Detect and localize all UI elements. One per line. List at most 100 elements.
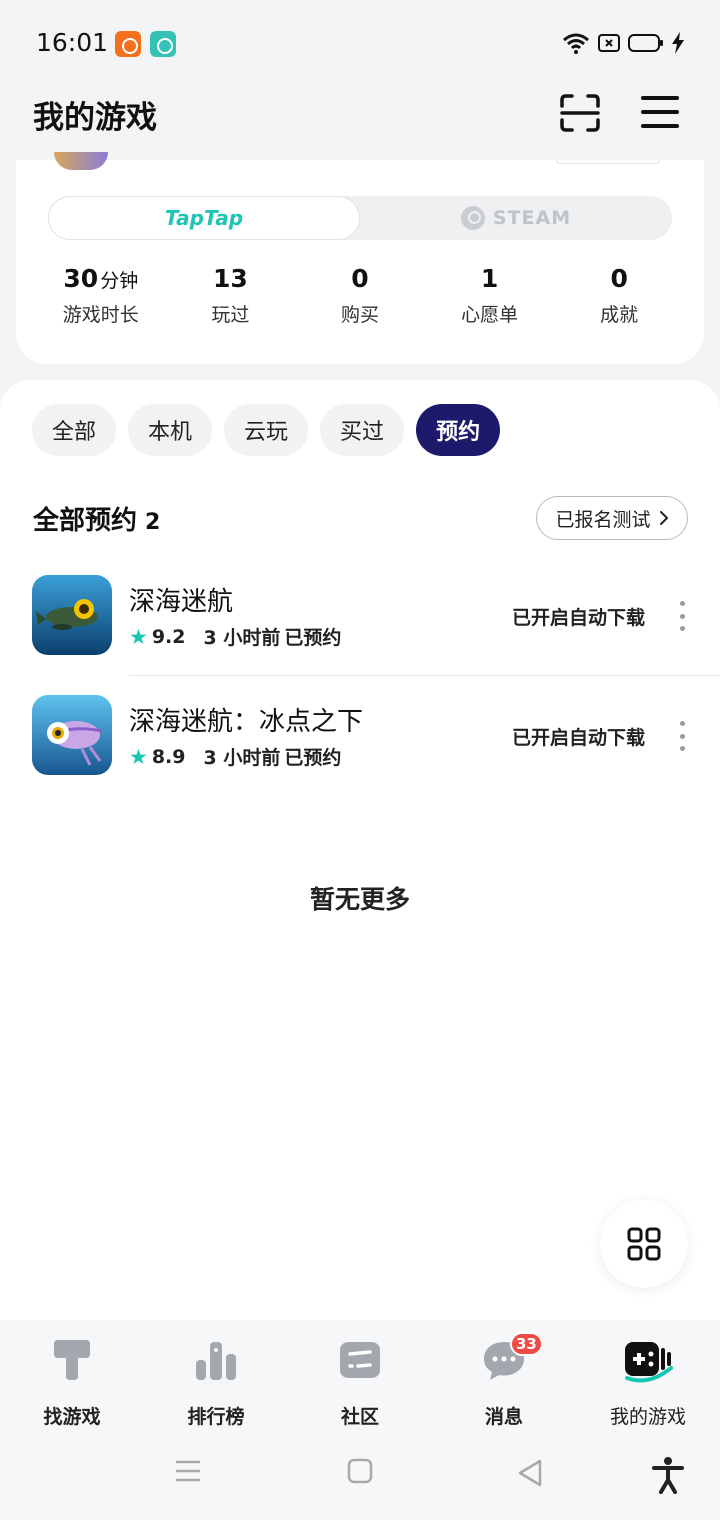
sim-icon [598, 34, 620, 52]
star-icon: ★ [129, 624, 148, 649]
status-time: 16:01 [36, 28, 109, 57]
chip-local[interactable]: 本机 [128, 404, 213, 456]
stats-row: 30 分钟 游戏时长 13 玩过 0 购买 1 心愿单 0 成就 [36, 264, 684, 327]
nav-label: 我的游戏 [609, 1406, 686, 1428]
nav-label: 社区 [340, 1406, 379, 1428]
scan-button[interactable] [560, 94, 600, 132]
more-options-button[interactable] [676, 721, 688, 751]
leaderboard-icon [194, 1338, 238, 1382]
stat-wishlist[interactable]: 1 心愿单 [425, 264, 555, 327]
accessibility-icon[interactable] [652, 1456, 684, 1494]
nav-label: 找游戏 [43, 1406, 101, 1428]
dot [679, 626, 685, 631]
stat-label: 购买 [340, 304, 379, 326]
game-meta: ★ 8.9 3 小时前 已预约 [129, 743, 341, 770]
tab-taptap[interactable]: TapTap [48, 196, 360, 240]
reserve-state: 已预约 [284, 747, 342, 769]
section-title-text: 全部预约 [33, 506, 138, 536]
filter-chips: 全部 本机 云玩 买过 预约 [32, 404, 501, 456]
system-icons [562, 32, 684, 54]
menu-button[interactable] [641, 94, 679, 130]
taptap-logo: TapTap [164, 206, 244, 230]
steam-label: STEAM [492, 207, 572, 229]
auto-download-status: 已开启自动下载 [512, 727, 646, 749]
wifi-icon [563, 33, 589, 54]
end-of-list-text: 暂无更多 [309, 885, 410, 914]
stat-number: 0 [610, 264, 628, 293]
steam-logo-icon [460, 206, 485, 230]
list-item[interactable]: 深海迷航 ★ 9.2 3 小时前 已预约 已开启自动下载 [0, 575, 720, 695]
avatar[interactable] [54, 152, 108, 170]
battery-icon [628, 34, 663, 52]
nav-community[interactable]: 社区 [288, 1320, 432, 1430]
chip-all[interactable]: 全部 [32, 404, 117, 456]
nav-leaderboard[interactable]: 排行榜 [144, 1320, 288, 1430]
chevron-right-icon [659, 511, 668, 525]
signed-up-tests-button[interactable]: 已报名测试 [536, 496, 688, 540]
dot [679, 746, 685, 751]
stat-unit: 分钟 [100, 270, 139, 292]
game-title: 深海迷航：冰点之下 [129, 707, 364, 737]
charging-icon [672, 32, 684, 54]
recent-apps-icon[interactable] [174, 1458, 202, 1484]
stat-label: 成就 [600, 304, 639, 326]
game-title: 深海迷航 [129, 587, 234, 617]
reserve-time: 3 小时前 [203, 747, 281, 769]
game-icon-subnautica[interactable] [32, 575, 112, 655]
nav-label: 消息 [484, 1406, 523, 1428]
community-icon [338, 1338, 382, 1382]
nav-find-games[interactable]: 找游戏 [0, 1320, 144, 1430]
dot [679, 613, 685, 619]
dot [679, 721, 685, 726]
stat-achievements[interactable]: 0 成就 [554, 264, 684, 327]
stat-played[interactable]: 13 玩过 [166, 264, 296, 327]
game-art [32, 575, 112, 655]
game-icon-subnautica-below-zero[interactable] [32, 695, 112, 775]
chip-reserved[interactable]: 预约 [416, 404, 501, 456]
stat-value: 30 分钟 [36, 264, 166, 296]
dot [679, 733, 685, 739]
chip-cloud[interactable]: 云玩 [224, 404, 309, 456]
grid-icon [627, 1227, 661, 1261]
game-art [32, 695, 112, 775]
games-sheet: 全部 本机 云玩 买过 预约 全部预约 2 已报名测试 深海迷航 ★ 9.2 3… [0, 380, 720, 1320]
stat-label: 玩过 [211, 304, 250, 326]
list-item[interactable]: 深海迷航：冰点之下 ★ 8.9 3 小时前 已预约 已开启自动下载 [0, 695, 720, 815]
stat-number: 0 [351, 264, 369, 293]
nav-messages[interactable]: 33 消息 [432, 1320, 576, 1430]
screen: 16:01 我的游戏 TapTap STEAM 30 分钟 游戏时长 13 玩过… [0, 0, 720, 1520]
nav-my-games[interactable]: 我的游戏 [576, 1320, 720, 1430]
grid-fab-button[interactable] [600, 1200, 688, 1288]
tab-steam[interactable]: STEAM [360, 196, 672, 240]
game-rating: 9.2 [151, 625, 186, 648]
auto-download-status: 已开启自动下载 [512, 607, 646, 629]
reserve-time: 3 小时前 [203, 627, 281, 649]
stat-number: 1 [480, 264, 499, 293]
game-meta: ★ 9.2 3 小时前 已预约 [129, 623, 341, 650]
unread-badge: 33 [510, 1332, 543, 1356]
profile-action-button[interactable] [556, 160, 660, 164]
signed-up-tests-label: 已报名测试 [555, 508, 651, 531]
star-icon: ★ [129, 744, 148, 769]
home-icon[interactable] [347, 1458, 373, 1484]
my-games-icon [621, 1338, 675, 1383]
chip-purchased[interactable]: 买过 [320, 404, 405, 456]
stat-number: 30 [63, 264, 99, 293]
messages-icon: 33 [482, 1332, 543, 1382]
reserve-state: 已预约 [284, 627, 342, 649]
stat-number: 13 [212, 264, 248, 293]
section-title: 全部预约 2 [33, 500, 160, 537]
stat-purchased[interactable]: 0 购买 [295, 264, 425, 327]
more-options-button[interactable] [676, 601, 688, 631]
hamburger-menu-icon [641, 96, 679, 128]
section-count: 2 [145, 510, 161, 535]
status-bar: 16:01 [0, 0, 720, 88]
stat-label: 心愿单 [461, 304, 519, 326]
back-icon[interactable] [516, 1458, 544, 1488]
stat-playtime[interactable]: 30 分钟 游戏时长 [36, 264, 166, 327]
stat-label: 游戏时长 [62, 304, 139, 326]
nav-label: 排行榜 [187, 1406, 245, 1428]
kuaishou-notification-icon [115, 31, 141, 57]
scan-icon [560, 94, 600, 132]
bottom-nav: 找游戏 排行榜 社区 33 消息 我的游戏 [0, 1320, 720, 1430]
